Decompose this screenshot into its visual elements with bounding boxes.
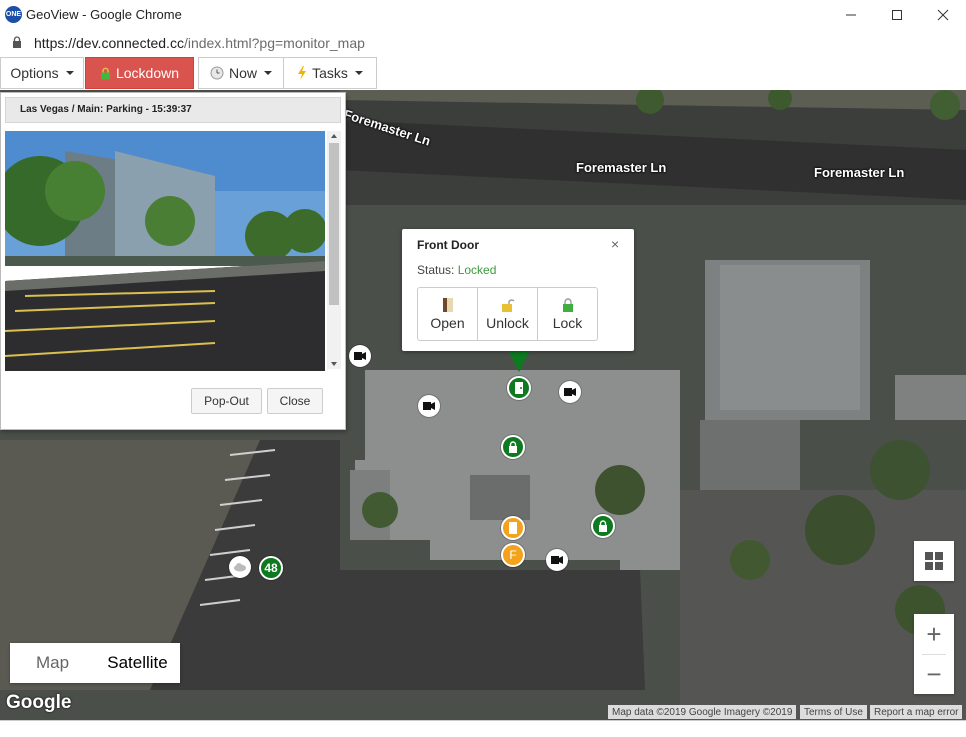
unlock-label: Unlock bbox=[486, 314, 529, 331]
google-logo: Google bbox=[6, 692, 72, 713]
maximize-button[interactable] bbox=[874, 0, 920, 30]
close-window-button[interactable] bbox=[920, 0, 966, 30]
window-title-bar: ONE GeoView - Google Chrome bbox=[0, 0, 966, 31]
clock-icon bbox=[210, 66, 224, 80]
unlock-door-button[interactable]: Unlock bbox=[478, 288, 538, 340]
door-marker-locked[interactable] bbox=[591, 514, 615, 538]
camera-marker[interactable] bbox=[559, 381, 581, 403]
app-toolbar: Options Lockdown Now Tasks bbox=[0, 56, 966, 90]
door-marker-front-door[interactable] bbox=[507, 376, 531, 400]
lock-icon bbox=[100, 67, 110, 79]
lock-icon bbox=[599, 520, 607, 532]
camera-feed-image[interactable] bbox=[5, 131, 325, 371]
app-logo-icon: ONE bbox=[5, 6, 22, 23]
door-marker-locked[interactable] bbox=[501, 435, 525, 459]
tasks-dropdown-button[interactable]: Tasks bbox=[283, 57, 377, 89]
lock-door-button[interactable]: Lock bbox=[538, 288, 597, 340]
camera-icon bbox=[354, 352, 366, 360]
marker-f[interactable]: F bbox=[501, 543, 525, 567]
map-type-satellite-button[interactable]: Satellite bbox=[95, 643, 180, 683]
map-type-map-button[interactable]: Map bbox=[10, 643, 95, 683]
scroll-down-icon bbox=[331, 362, 337, 366]
lock-label: Lock bbox=[552, 314, 583, 331]
marker-f-label: F bbox=[509, 548, 517, 562]
lightning-icon bbox=[298, 66, 307, 80]
scroll-thumb[interactable] bbox=[329, 143, 339, 305]
camera-icon bbox=[551, 556, 563, 564]
camera-marker[interactable] bbox=[546, 549, 568, 571]
camera-marker[interactable] bbox=[349, 345, 371, 367]
lock-icon bbox=[562, 297, 573, 312]
cluster-count: 48 bbox=[264, 561, 278, 575]
unlock-icon bbox=[501, 298, 515, 312]
zoom-out-button[interactable]: − bbox=[914, 654, 954, 694]
camera-snapshot bbox=[5, 131, 325, 371]
open-label: Open bbox=[430, 314, 465, 331]
minimize-icon bbox=[846, 14, 856, 16]
url-path: /index.html?pg=monitor_map bbox=[183, 35, 365, 51]
lockdown-button[interactable]: Lockdown bbox=[85, 57, 194, 89]
close-icon bbox=[937, 9, 949, 21]
door-icon bbox=[515, 382, 523, 394]
door-alert-icon bbox=[509, 522, 517, 534]
now-label: Now bbox=[228, 65, 257, 81]
options-label: Options bbox=[10, 65, 59, 81]
minimize-button[interactable] bbox=[828, 0, 874, 30]
camera-icon bbox=[564, 388, 576, 396]
tasks-label: Tasks bbox=[312, 65, 348, 81]
chevron-down-icon bbox=[65, 71, 74, 75]
layers-button[interactable] bbox=[914, 541, 954, 581]
cluster-marker[interactable]: 48 bbox=[259, 556, 283, 580]
status-value: Locked bbox=[457, 263, 497, 277]
report-error-link[interactable]: Report a map error bbox=[870, 705, 963, 719]
options-dropdown-button[interactable]: Options bbox=[0, 57, 84, 89]
lockdown-label: Lockdown bbox=[115, 65, 180, 81]
door-info-window: Front Door × Status: Locked Open Unlock … bbox=[402, 229, 634, 351]
camera-marker[interactable] bbox=[418, 395, 440, 417]
map-attribution: Map data ©2019 Google Imagery ©2019 bbox=[608, 705, 797, 719]
terms-link[interactable]: Terms of Use bbox=[800, 705, 867, 719]
chevron-down-icon bbox=[354, 71, 363, 75]
door-status: Status: Locked bbox=[417, 263, 496, 277]
url-host: https://dev.connected.cc bbox=[34, 35, 184, 51]
camera-view-panel: Las Vegas / Main: Parking - 15:39:37 Pop… bbox=[0, 92, 346, 430]
window-title: GeoView - Google Chrome bbox=[26, 7, 182, 22]
secure-lock-icon bbox=[13, 36, 21, 48]
info-window-title: Front Door bbox=[417, 238, 479, 252]
close-camera-button[interactable]: Close bbox=[267, 388, 323, 414]
zoom-in-button[interactable]: + bbox=[914, 614, 954, 654]
weather-marker[interactable] bbox=[229, 556, 251, 578]
camera-scrollbar[interactable] bbox=[327, 131, 341, 369]
door-action-group: Open Unlock Lock bbox=[417, 287, 598, 341]
camera-panel-title: Las Vegas / Main: Parking - 15:39:37 bbox=[5, 97, 341, 123]
selected-marker-pointer bbox=[508, 350, 530, 372]
popout-button[interactable]: Pop-Out bbox=[191, 388, 262, 414]
scroll-up-icon bbox=[331, 134, 337, 138]
camera-icon bbox=[423, 402, 435, 410]
address-bar[interactable]: https://dev.connected.cc/index.html?pg=m… bbox=[0, 30, 966, 57]
zoom-control: + − bbox=[914, 614, 954, 694]
url-text[interactable]: https://dev.connected.cc/index.html?pg=m… bbox=[34, 35, 365, 51]
street-label: Foremaster Ln bbox=[814, 165, 905, 180]
door-open-icon bbox=[442, 297, 453, 312]
grid-icon bbox=[925, 552, 943, 570]
info-close-button[interactable]: × bbox=[611, 236, 619, 252]
cloud-icon bbox=[234, 563, 246, 572]
maximize-icon bbox=[892, 10, 902, 20]
now-dropdown-button[interactable]: Now bbox=[198, 57, 284, 89]
lock-icon bbox=[509, 441, 517, 453]
map-type-control: Map Satellite bbox=[10, 643, 180, 683]
chevron-down-icon bbox=[264, 71, 272, 75]
open-door-button[interactable]: Open bbox=[418, 288, 478, 340]
street-label: Foremaster Ln bbox=[576, 160, 667, 175]
window-bottom-edge bbox=[0, 720, 966, 737]
door-marker-alert[interactable] bbox=[501, 516, 525, 540]
status-label: Status: bbox=[417, 263, 455, 277]
